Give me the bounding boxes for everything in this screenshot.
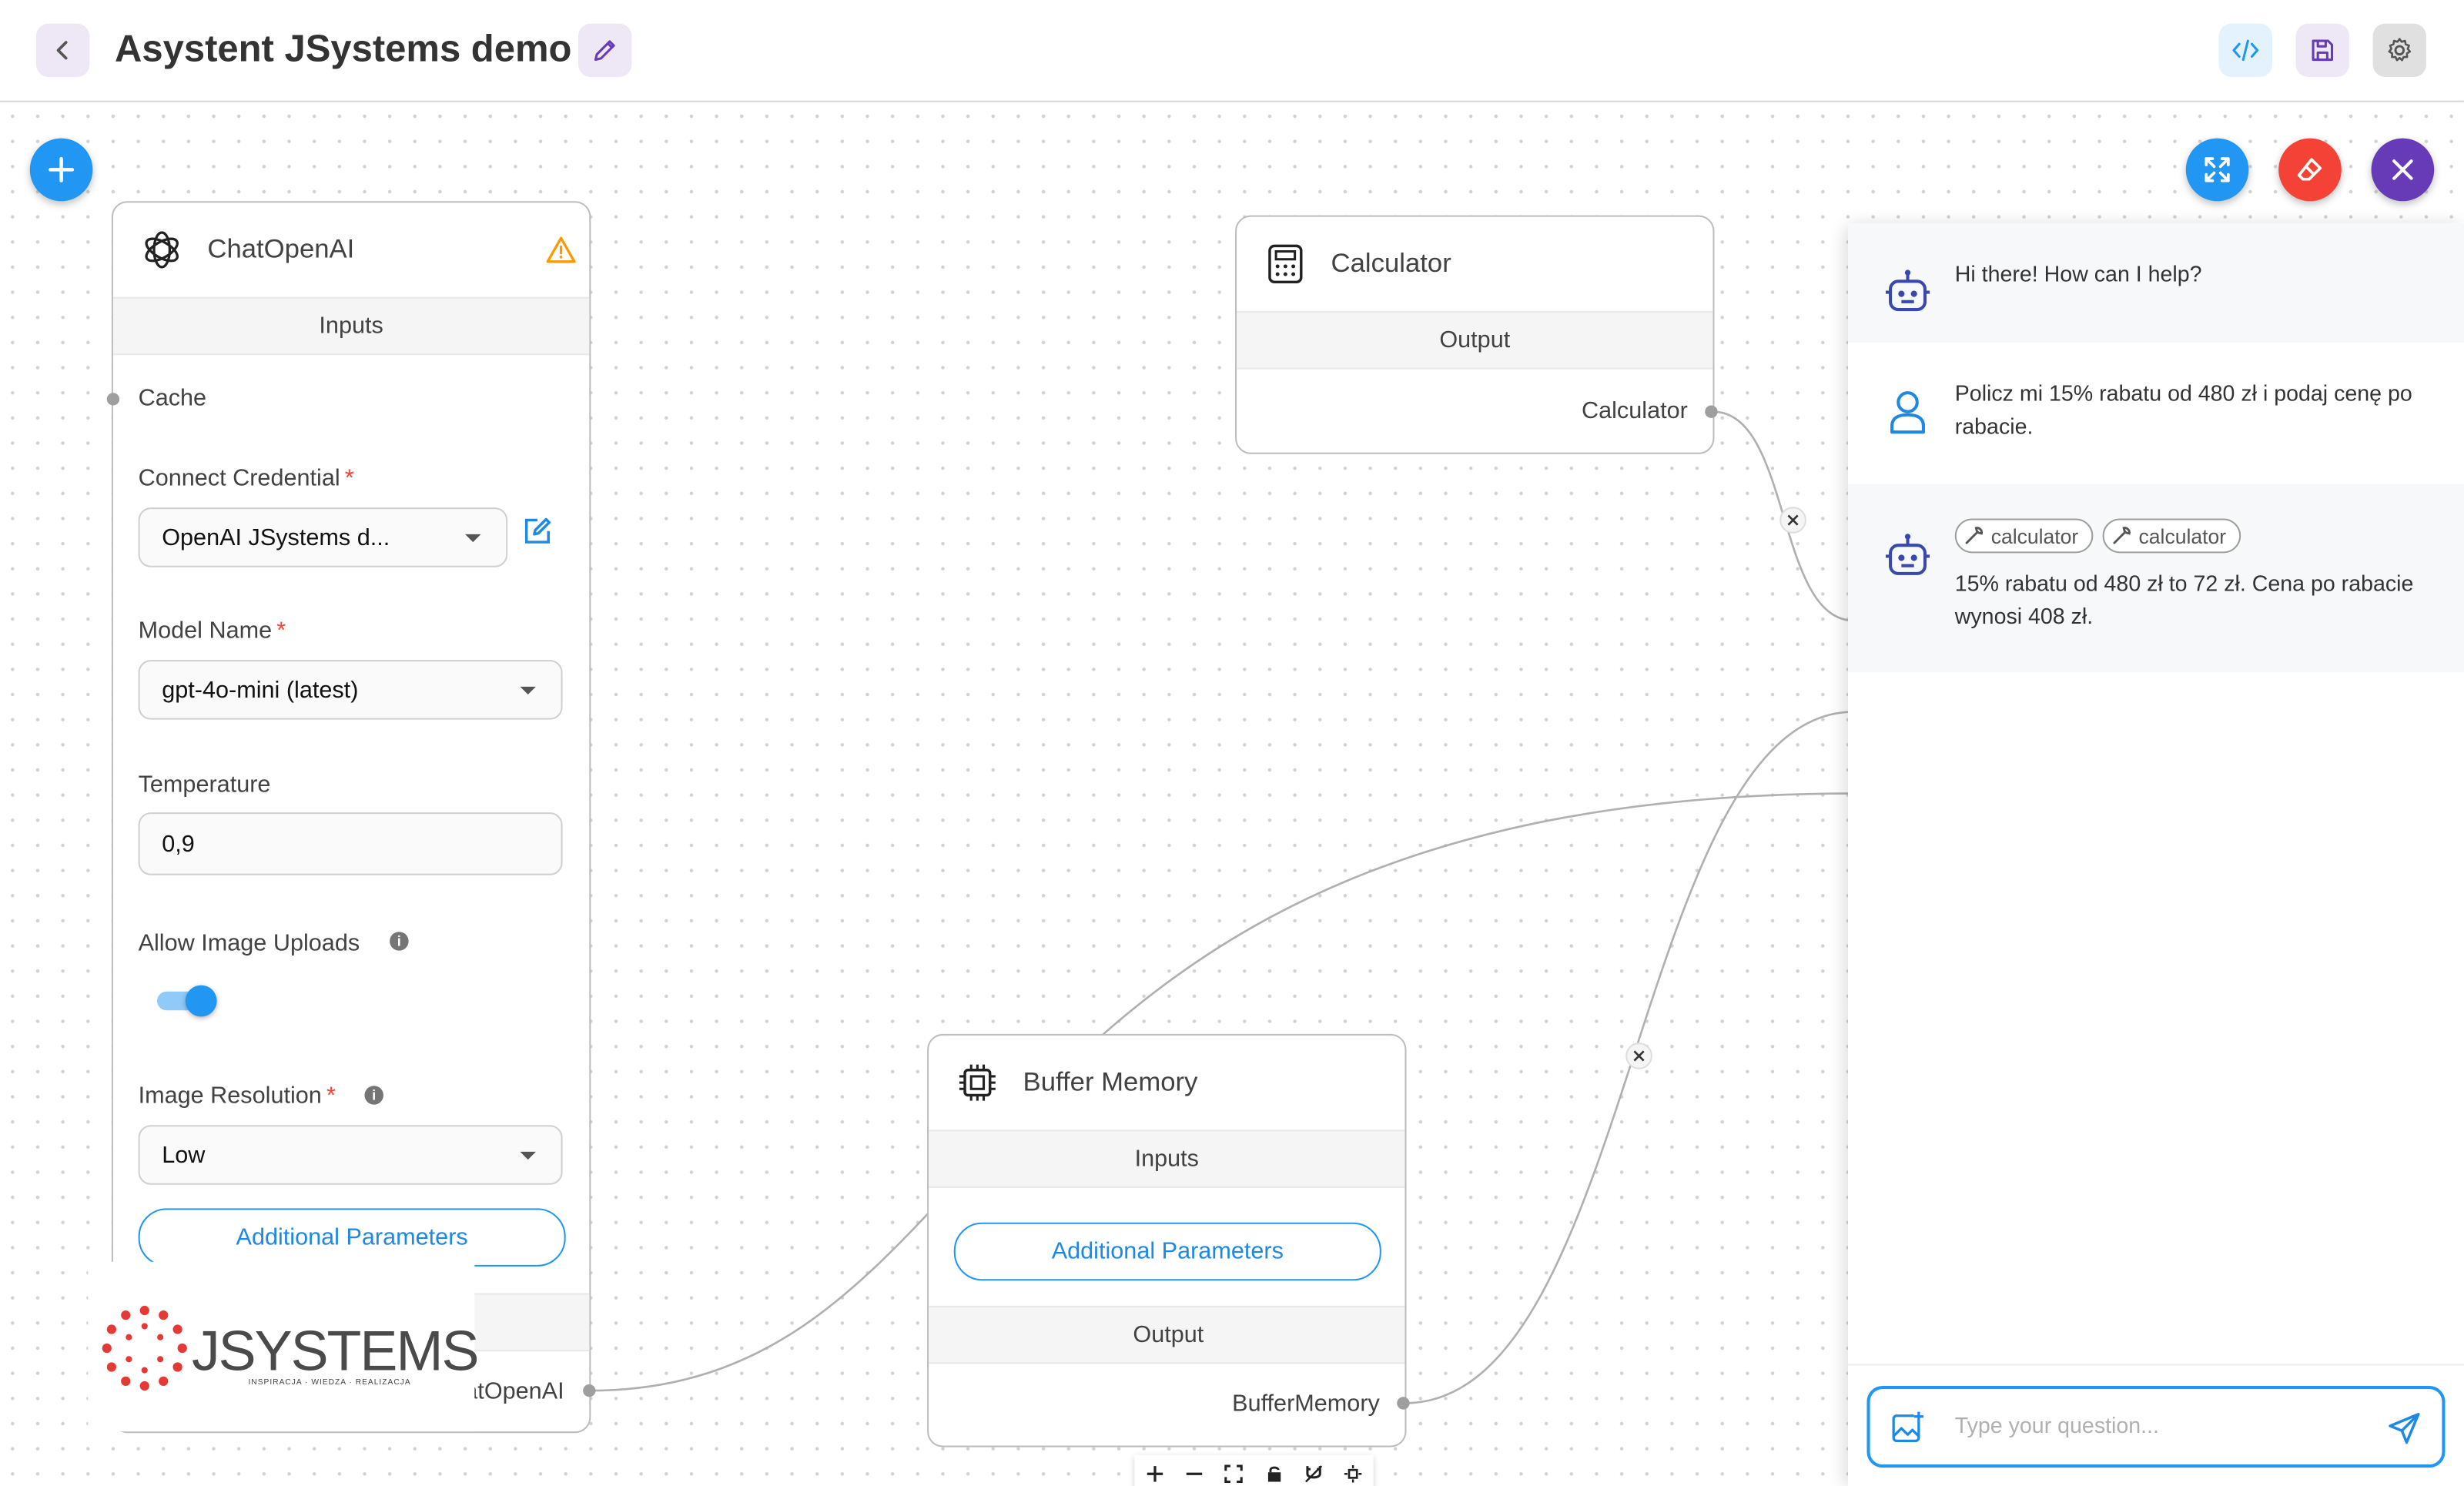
credential-select[interactable]: OpenAI JSystems d... <box>138 507 508 567</box>
settings-button[interactable] <box>2372 23 2426 77</box>
chat-message-bot: calculator calculator 15% rabatu od 480 … <box>1847 484 2464 673</box>
warning-icon[interactable] <box>545 236 577 272</box>
image-resolution-label: Image Resolution * <box>138 1083 336 1109</box>
zoom-in-icon[interactable] <box>1143 1463 1166 1485</box>
credential-label: Connect Credential * <box>138 465 354 492</box>
divider <box>1847 1364 2464 1366</box>
temperature-input[interactable]: 0,9 <box>138 812 563 875</box>
expand-arrows-icon <box>2205 157 2230 182</box>
zoom-out-icon[interactable] <box>1183 1463 1206 1485</box>
tool-chip-calculator[interactable]: calculator <box>1954 518 2093 554</box>
additional-parameters-button[interactable]: Additional Parameters <box>953 1222 1381 1281</box>
image-upload-icon[interactable] <box>1889 1410 1927 1455</box>
output-section-header: Output <box>1237 311 1713 370</box>
jsystems-logo-mark <box>102 1305 187 1391</box>
info-icon[interactable]: i <box>390 932 409 951</box>
chevron-down-icon <box>520 1151 536 1160</box>
eraser-icon <box>2297 158 2322 181</box>
wrench-icon <box>1965 527 1984 544</box>
logo-wordmark: JSYSTEMS <box>191 1318 480 1383</box>
edit-credential-icon[interactable] <box>521 514 555 556</box>
node-title: ChatOpenAI <box>207 234 355 264</box>
cache-input-handle[interactable] <box>106 393 120 406</box>
code-icon <box>2232 39 2259 62</box>
output-buffermemory: BufferMemory <box>1232 1391 1380 1417</box>
image-resolution-value: Low <box>162 1141 206 1169</box>
chat-input-box[interactable]: Type your question... <box>1866 1385 2446 1468</box>
expand-chat-button[interactable] <box>2185 138 2249 202</box>
image-resolution-select[interactable]: Low <box>138 1125 563 1185</box>
node-header: ChatOpenAI <box>113 202 589 296</box>
temperature-value: 0,9 <box>162 830 195 858</box>
node-calculator[interactable]: Calculator Output Calculator <box>1235 215 1715 454</box>
model-name-select[interactable]: gpt-4o-mini (latest) <box>138 660 563 720</box>
inputs-section-header: Inputs <box>112 296 590 356</box>
canvas-controls <box>1134 1454 1374 1486</box>
robot-icon <box>1885 534 1930 575</box>
clear-chat-button[interactable] <box>2278 138 2342 202</box>
model-name-label: Model Name * <box>138 617 286 644</box>
gear-icon <box>2388 38 2412 62</box>
lock-icon[interactable] <box>1263 1463 1285 1485</box>
output-section-header: Output <box>929 1305 1405 1364</box>
calculator-icon <box>1262 240 1309 287</box>
openai-logo-icon <box>139 226 186 273</box>
credential-value: OpenAI JSystems d... <box>162 524 390 551</box>
floppy-disk-icon <box>2312 39 2334 62</box>
close-chat-button[interactable] <box>2371 138 2435 202</box>
save-button[interactable] <box>2295 23 2349 77</box>
chat-message-text: Policz mi 15% rabatu od 480 zł i podaj c… <box>1954 380 2412 439</box>
logo-tagline: INSPIRACJA · WIEDZA · REALIZACJA <box>248 1377 411 1388</box>
chevron-down-icon <box>520 686 536 695</box>
page-title: Asystent JSystems demo <box>114 28 572 71</box>
header: Asystent JSystems demo <box>0 0 2464 102</box>
cpu-chip-icon <box>954 1059 1001 1106</box>
chat-message-bot: Hi there! How can I help? <box>1847 223 2464 343</box>
node-title: Calculator <box>1331 248 1451 279</box>
output-calculator: Calculator <box>1582 397 1688 425</box>
send-icon[interactable] <box>2385 1410 2423 1455</box>
node-title: Buffer Memory <box>1023 1066 1198 1097</box>
user-icon <box>1890 391 1925 434</box>
wrench-icon <box>2113 527 2131 544</box>
add-node-button[interactable] <box>29 138 93 202</box>
edit-title-button[interactable] <box>578 23 632 77</box>
flow-editor-page: Asystent JSystems demo ChatOpenAI Inputs… <box>0 0 2464 1486</box>
chatopenai-output-handle[interactable] <box>583 1384 596 1397</box>
calculator-output-handle[interactable] <box>1705 405 1718 418</box>
additional-parameters-button[interactable]: Additional Parameters <box>138 1208 566 1267</box>
image-uploads-label: Allow Image Uploads <box>138 930 360 957</box>
model-name-value: gpt-4o-mini (latest) <box>162 676 359 704</box>
close-icon <box>2392 159 2413 180</box>
api-code-button[interactable] <box>2218 23 2272 77</box>
magnet-icon[interactable] <box>1303 1463 1325 1485</box>
chat-message-user: Policz mi 15% rabatu od 480 zł i podaj c… <box>1848 343 2464 484</box>
back-button[interactable] <box>35 23 90 77</box>
node-header: Calculator <box>1237 217 1712 311</box>
node-chatopenai[interactable]: ChatOpenAI Inputs Cache Connect Credenti… <box>111 201 591 1434</box>
chat-message-text: 15% rabatu od 480 zł to 72 zł. Cena po r… <box>1954 570 2414 629</box>
chat-message-text: Hi there! How can I help? <box>1954 260 2202 286</box>
image-uploads-toggle[interactable] <box>157 985 217 1017</box>
chevron-down-icon <box>465 534 481 543</box>
chat-panel: Hi there! How can I help? Policz mi 15% … <box>1847 223 2464 1486</box>
buffermemory-output-handle[interactable] <box>1397 1397 1410 1410</box>
pencil-icon <box>594 40 615 62</box>
tool-chip-calculator[interactable]: calculator <box>2102 518 2241 554</box>
cache-label: Cache <box>138 384 207 412</box>
snap-grid-icon[interactable] <box>1342 1463 1364 1485</box>
robot-icon <box>1885 269 1930 312</box>
fit-view-icon[interactable] <box>1223 1463 1245 1485</box>
plus-icon <box>49 156 75 182</box>
info-icon[interactable]: i <box>364 1086 383 1105</box>
jsystems-logo: JSYSTEMS INSPIRACJA · WIEDZA · REALIZACJ… <box>88 1261 480 1432</box>
temperature-label: Temperature <box>138 771 271 798</box>
node-buffer-memory[interactable]: Buffer Memory Inputs Additional Paramete… <box>927 1033 1407 1448</box>
node-header: Buffer Memory <box>929 1036 1404 1130</box>
chevron-left-icon <box>56 41 68 60</box>
inputs-section-header: Inputs <box>929 1130 1405 1188</box>
chat-input-placeholder: Type your question... <box>1954 1412 2159 1438</box>
